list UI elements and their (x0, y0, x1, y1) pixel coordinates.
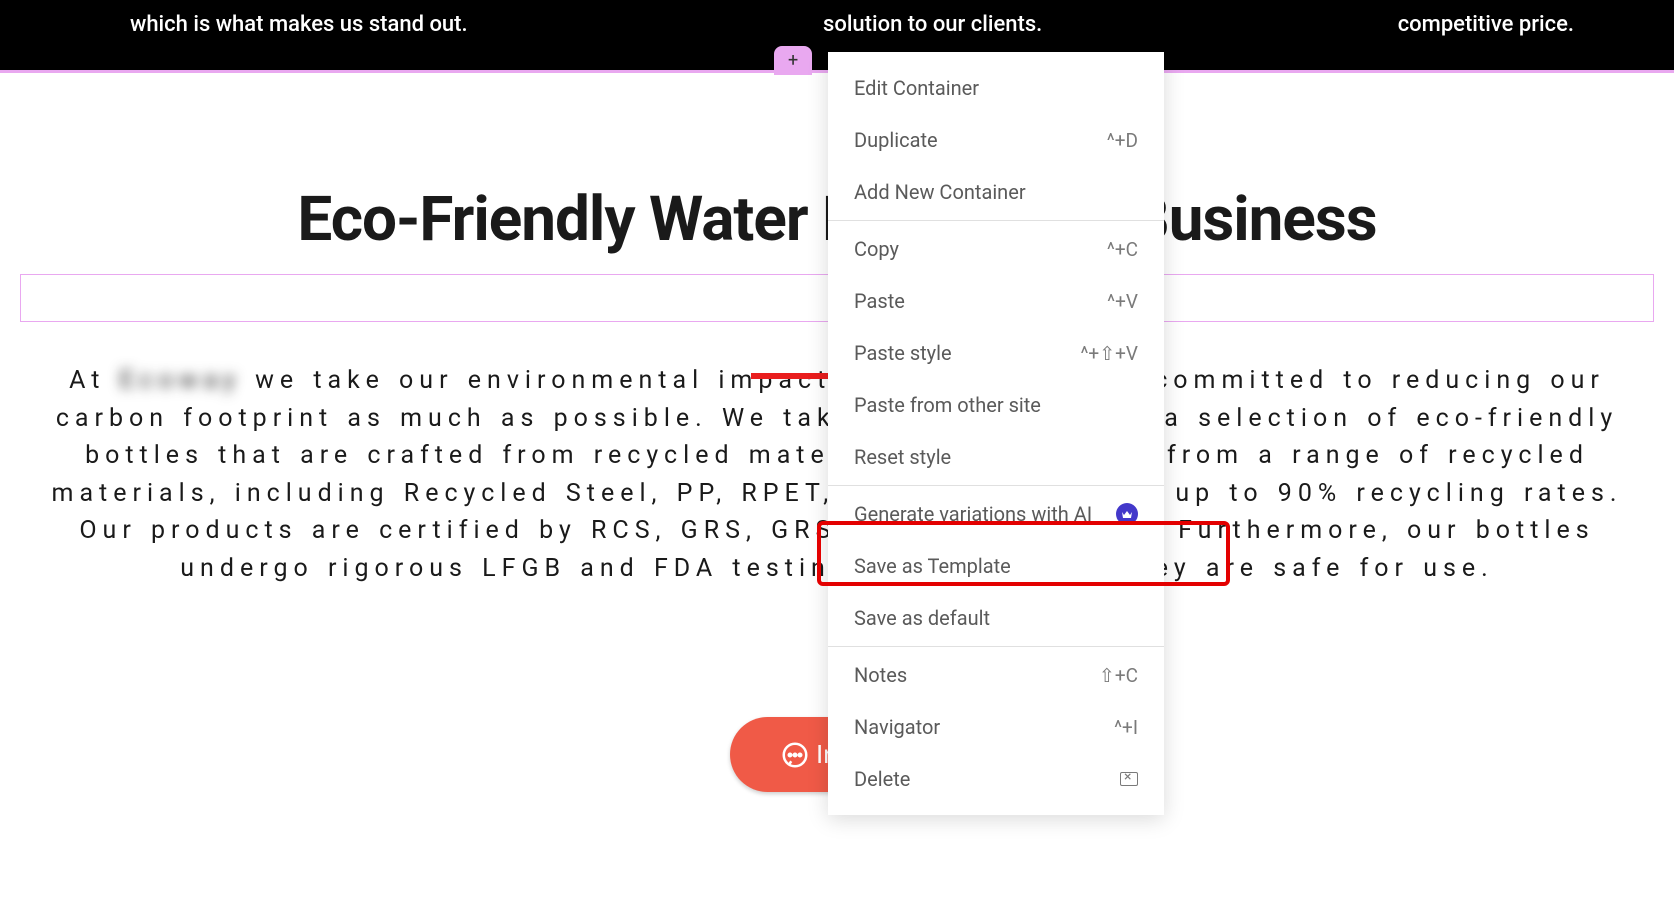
menu-save-template[interactable]: Save as Template (828, 540, 1164, 592)
context-menu: Edit Container Duplicate ^+D Add New Con… (828, 52, 1164, 815)
menu-paste[interactable]: Paste ^+V (828, 275, 1164, 327)
menu-label: Reset style (854, 445, 951, 469)
menu-label: Save as Template (854, 554, 1011, 578)
top-bar-center: solution to our clients. (823, 12, 1042, 37)
menu-label: Paste style (854, 341, 952, 365)
menu-shortcut: ^+D (1107, 129, 1138, 152)
menu-label: Save as default (854, 606, 990, 630)
menu-edit-container[interactable]: Edit Container (828, 62, 1164, 114)
menu-label: Copy (854, 237, 899, 261)
menu-shortcut: ^+⇧+V (1080, 342, 1138, 365)
plus-icon: + (788, 50, 798, 71)
menu-label: Notes (854, 663, 907, 687)
menu-divider (828, 485, 1164, 486)
menu-shortcut: ^+I (1114, 716, 1138, 739)
menu-add-new-container[interactable]: Add New Container (828, 166, 1164, 218)
menu-label: Paste (854, 289, 905, 313)
top-bar-left: which is what makes us stand out. (130, 12, 468, 37)
menu-label: Edit Container (854, 76, 979, 100)
menu-shortcut: ^+V (1107, 290, 1138, 313)
menu-copy[interactable]: Copy ^+C (828, 223, 1164, 275)
menu-notes[interactable]: Notes ⇧+C (828, 649, 1164, 701)
menu-label: Delete (854, 767, 910, 791)
menu-divider (828, 646, 1164, 647)
menu-duplicate[interactable]: Duplicate ^+D (828, 114, 1164, 166)
top-bar-right: competitive price. (1398, 12, 1574, 37)
add-section-tab[interactable]: + (774, 46, 812, 75)
menu-delete[interactable]: Delete (828, 753, 1164, 805)
menu-label: Paste from other site (854, 393, 1041, 417)
blurred-brand: Ecoway (120, 362, 241, 400)
menu-label: Duplicate (854, 128, 938, 152)
menu-label: Add New Container (854, 180, 1026, 204)
menu-save-default[interactable]: Save as default (828, 592, 1164, 644)
menu-label: Navigator (854, 715, 940, 739)
menu-reset-style[interactable]: Reset style (828, 431, 1164, 483)
menu-navigator[interactable]: Navigator ^+I (828, 701, 1164, 753)
menu-paste-from-other[interactable]: Paste from other site (828, 379, 1164, 431)
menu-divider (828, 220, 1164, 221)
chat-icon (780, 740, 810, 770)
heading-underline (751, 373, 830, 379)
menu-generate-ai[interactable]: Generate variations with AI (828, 488, 1164, 540)
crown-icon (1116, 503, 1138, 525)
menu-label: Generate variations with AI (854, 502, 1092, 526)
menu-shortcut: ⇧+C (1099, 664, 1138, 687)
paragraph-part1: At (69, 366, 119, 395)
menu-shortcut: ^+C (1107, 238, 1138, 261)
menu-paste-style[interactable]: Paste style ^+⇧+V (828, 327, 1164, 379)
delete-icon (1120, 772, 1138, 786)
